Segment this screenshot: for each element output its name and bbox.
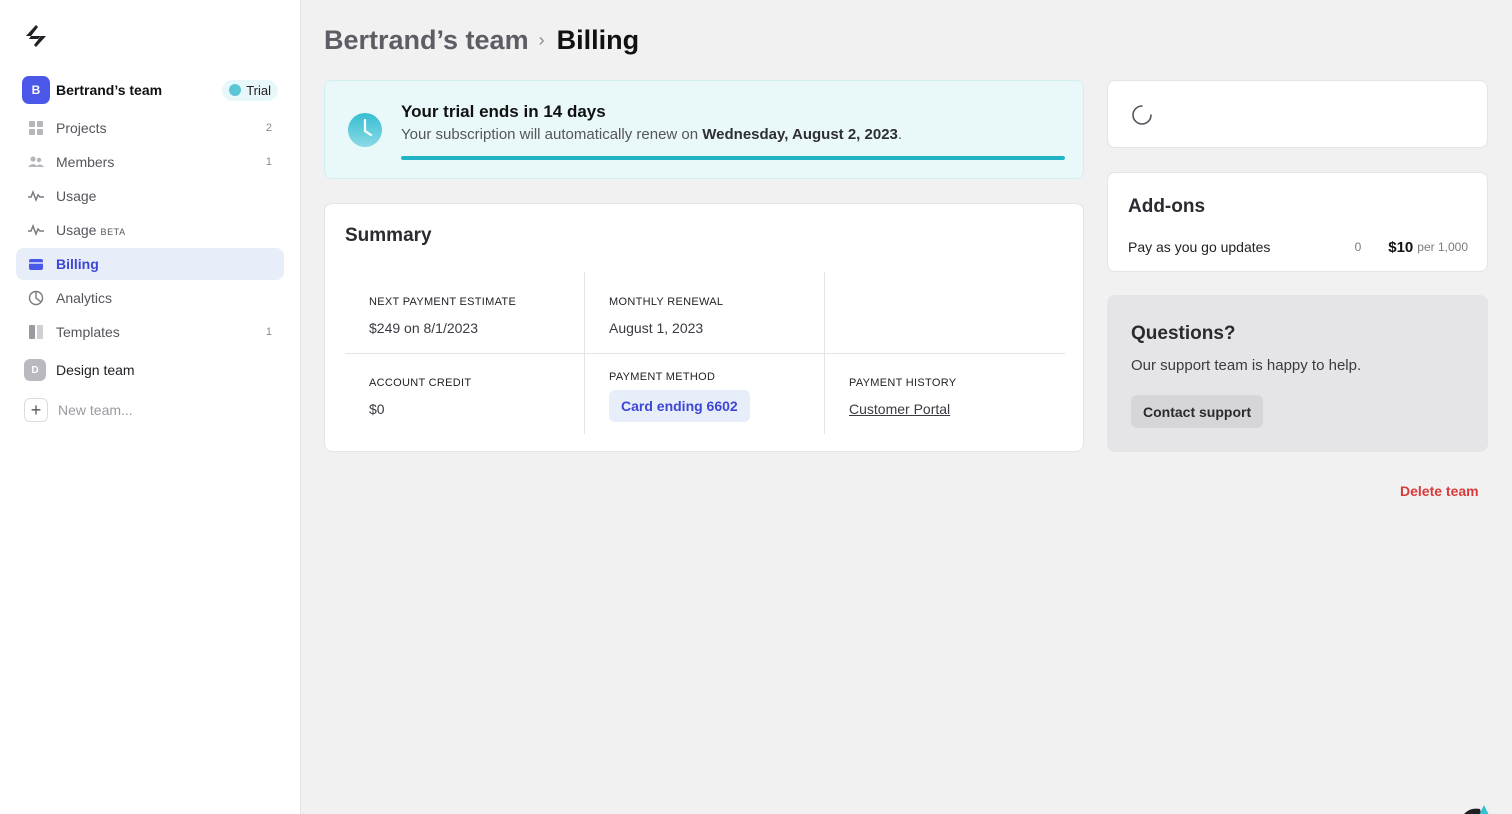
trial-badge-label: Trial [246,82,271,98]
breadcrumb-parent[interactable]: Bertrand’s team [324,25,529,56]
team-avatar: B [22,76,50,104]
questions-title: Questions? [1131,323,1236,344]
payment-method-button[interactable]: Card ending 6602 [609,390,750,422]
plus-icon: + [24,398,48,422]
sidebar-item-label: Templates [56,324,120,340]
page-title: Billing [556,24,640,55]
payment-method-label: PAYMENT METHOD [609,371,716,383]
monthly-renewal-value: August 1, 2023 [609,320,704,336]
sidebar-item-count: 2 [265,122,272,134]
trial-title: Your trial ends in 14 days [401,102,606,121]
addon-name: Pay as you go updates [1128,239,1271,255]
addons-title: Add-ons [1128,196,1206,217]
addon-price-unit: per 1,000 [1417,240,1468,254]
questions-card: Questions? Our support team is happy to … [1107,295,1488,452]
sidebar-item-label-text: Usage [56,222,97,238]
renew-date: Wednesday, August 2, 2023 [702,126,898,143]
questions-text: Our support team is happy to help. [1131,357,1362,374]
next-payment-label: NEXT PAYMENT ESTIMATE [369,296,517,308]
loading-spinner-icon [1132,105,1152,125]
help-widget-icon[interactable] [1462,803,1502,814]
team-avatar: D [24,359,46,381]
contact-support-button[interactable]: Contact support [1131,395,1264,428]
divider [345,353,1065,354]
breadcrumb: Bertrand’s team › Billing [324,22,639,58]
team-name: Design team [56,362,135,378]
customer-portal-link[interactable]: Customer Portal [849,401,950,417]
app-logo[interactable] [22,22,50,50]
addon-row: Pay as you go updates 0 $10 per 1,000 [1128,237,1468,257]
sidebar-item-label: Usage [56,188,97,204]
loading-card [1107,80,1488,148]
sidebar-item-count: 1 [265,326,272,338]
sidebar-item-analytics[interactable]: Analytics [16,282,284,314]
account-credit-label: ACCOUNT CREDIT [369,377,472,389]
activity-icon [28,188,44,204]
trial-subtitle: Your subscription will automatically ren… [401,126,902,143]
summary-title: Summary [345,225,432,246]
sidebar-item-label: Usage BETA [56,222,272,238]
credit-card-icon [28,256,44,272]
sidebar-item-label: Projects [56,120,107,136]
sidebar-item-templates[interactable]: Templates 1 [16,316,284,348]
team-switcher[interactable]: B Bertrand’s team Trial [22,76,278,104]
trial-subtitle-prefix: Your subscription will automatically ren… [401,126,699,143]
delete-team-button[interactable]: Delete team [1400,483,1479,499]
sidebar-nav: Projects 2 Members 1 Usage Usage BETA Bi… [16,112,284,350]
sidebar-item-billing[interactable]: Billing [16,248,284,280]
new-team-label: New team... [58,402,133,418]
addon-quantity: 0 [1354,240,1362,254]
sidebar-item-label: Billing [56,256,99,272]
sidebar-item-members[interactable]: Members 1 [16,146,284,178]
trial-progress-bar [401,156,1065,160]
trial-banner: Your trial ends in 14 days Your subscrip… [324,80,1084,179]
monthly-renewal-label: MONTHLY RENEWAL [609,296,724,308]
beta-tag: BETA [100,227,126,237]
team-name: Bertrand’s team [56,82,163,98]
sidebar-item-projects[interactable]: Projects 2 [16,112,284,144]
sidebar: B Bertrand’s team Trial Projects 2 Membe… [0,0,301,814]
trial-progress-fill [401,156,1065,160]
summary-grid: NEXT PAYMENT ESTIMATE $249 on 8/1/2023 M… [345,272,1065,434]
pie-chart-icon [28,290,44,306]
trial-subtitle-suffix: . [897,126,903,143]
clock-icon [348,113,382,147]
activity-icon [28,222,44,238]
summary-card: Summary NEXT PAYMENT ESTIMATE $249 on 8/… [324,203,1084,452]
trial-clock-icon [229,84,242,96]
next-payment-value: $249 on 8/1/2023 [369,320,478,336]
users-icon [28,154,44,170]
addons-card: Add-ons Pay as you go updates 0 $10 per … [1107,172,1488,272]
sidebar-item-count: 1 [265,156,272,168]
payment-history-label: PAYMENT HISTORY [849,377,957,389]
sidebar-item-usage-beta[interactable]: Usage BETA [16,214,284,246]
chevron-right-icon: › [538,29,545,50]
template-icon [28,324,44,340]
grid-icon [28,120,44,136]
sidebar-item-label: Members [56,154,115,170]
new-team-button[interactable]: + New team... [24,398,133,422]
addon-price: $10 [1388,238,1414,256]
sidebar-item-label: Analytics [56,290,113,306]
trial-badge: Trial [222,79,278,101]
account-credit-value: $0 [369,401,385,417]
sidebar-item-usage[interactable]: Usage [16,180,284,212]
sidebar-team-design[interactable]: D Design team [24,358,135,382]
